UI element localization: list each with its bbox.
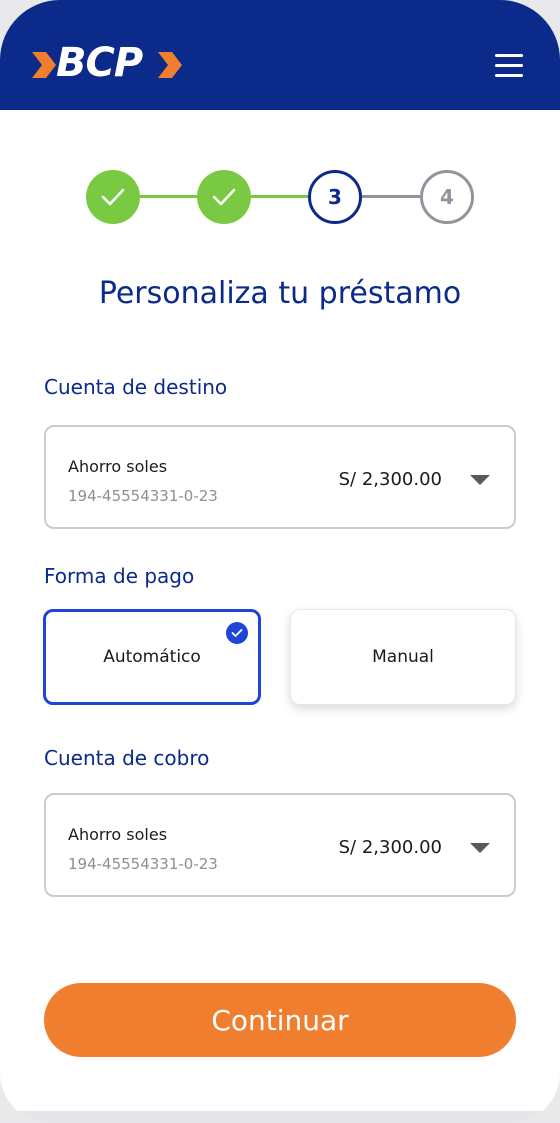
destination-account-label: Cuenta de destino (44, 375, 228, 399)
payment-option-automatic[interactable]: Automático (43, 609, 261, 705)
progress-stepper: 3 4 (86, 170, 474, 224)
checkmark-icon (101, 188, 125, 206)
account-balance: S/ 2,300.00 (338, 469, 442, 490)
checkmark-icon (212, 188, 236, 206)
step-2-complete (197, 170, 251, 224)
step-connector (362, 195, 420, 198)
hamburger-menu-icon[interactable] (492, 52, 526, 80)
account-name: Ahorro soles (68, 825, 168, 844)
continue-button[interactable]: Continuar (44, 983, 516, 1057)
logo-chevron-right-icon (158, 52, 182, 78)
top-bar: BCP (0, 0, 560, 110)
step-1-complete (86, 170, 140, 224)
app-screen: BCP 3 4 Personaliza tu préstamo Cuenta d… (0, 0, 560, 1123)
account-balance: S/ 2,300.00 (338, 837, 442, 858)
account-number: 194-45554331-0-23 (68, 487, 218, 505)
step-number: 4 (440, 185, 454, 209)
chevron-down-icon[interactable] (470, 843, 490, 853)
destination-account-select[interactable]: Ahorro soles 194-45554331-0-23 S/ 2,300.… (44, 425, 516, 529)
account-name: Ahorro soles (68, 457, 168, 476)
payment-method-label: Forma de pago (44, 564, 195, 588)
logo-text: BCP (56, 40, 143, 86)
collection-account-label: Cuenta de cobro (44, 746, 210, 770)
payment-option-label: Manual (372, 647, 434, 667)
page-title: Personaliza tu préstamo (98, 276, 462, 311)
step-connector (140, 195, 197, 198)
step-4-pending: 4 (420, 170, 474, 224)
payment-option-label: Automático (103, 647, 201, 667)
collection-account-select[interactable]: Ahorro soles 194-45554331-0-23 S/ 2,300.… (44, 793, 516, 897)
step-number: 3 (328, 185, 342, 209)
chevron-down-icon[interactable] (470, 475, 490, 485)
step-connector (251, 195, 308, 198)
step-3-active: 3 (308, 170, 362, 224)
bottom-edge (0, 1111, 560, 1123)
payment-option-manual[interactable]: Manual (290, 609, 516, 705)
account-number: 194-45554331-0-23 (68, 855, 218, 873)
selected-check-icon (226, 622, 248, 644)
